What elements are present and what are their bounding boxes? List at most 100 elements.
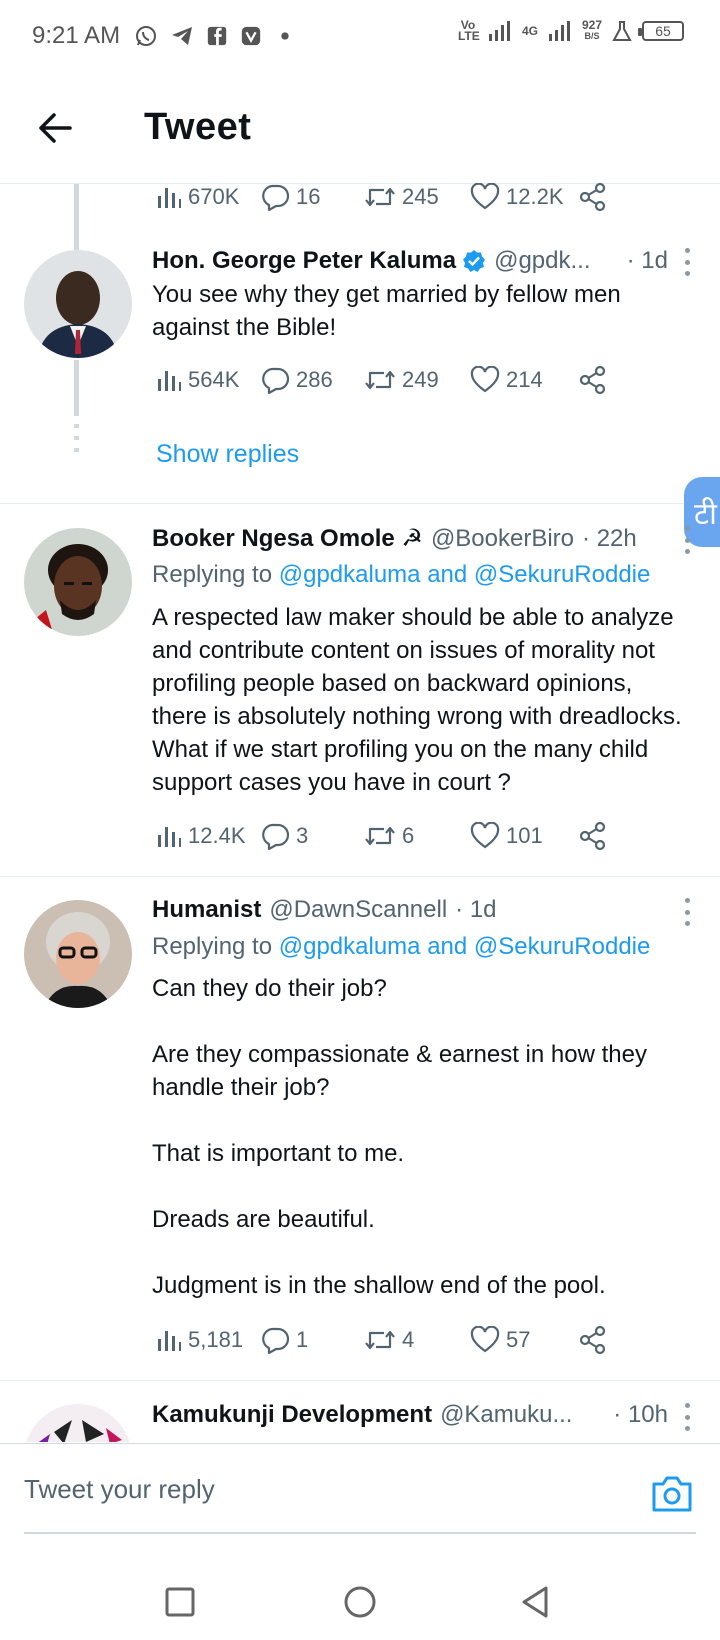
- back-arrow-icon[interactable]: [36, 108, 76, 148]
- retweet-count: 4: [402, 1327, 415, 1352]
- avatar-kaluma[interactable]: [24, 250, 132, 358]
- retweet-icon: [365, 370, 395, 390]
- author-name[interactable]: Booker Ngesa Omole ☭: [152, 524, 423, 553]
- views-icon: [158, 188, 181, 208]
- author-name[interactable]: Kamukunji Development: [152, 1401, 432, 1429]
- network-speed: 927 B/S: [582, 19, 602, 42]
- battery-indicator: 65: [638, 21, 684, 41]
- tweet-text: A respected law maker should be able to …: [152, 604, 682, 796]
- more-options-icon[interactable]: [684, 898, 690, 926]
- retweet-button[interactable]: 249: [364, 362, 439, 398]
- reply-button[interactable]: 1: [260, 1322, 308, 1358]
- divider: [0, 876, 720, 877]
- replying-to-links[interactable]: @gpdkaluma and @SekuruRoddie: [279, 933, 651, 960]
- like-count: 101: [506, 823, 543, 848]
- replying-to-label: Replying to: [152, 933, 273, 960]
- views-count[interactable]: 670K: [156, 179, 239, 215]
- signal-icon: [488, 21, 510, 41]
- author-handle: @gpdk...: [494, 247, 591, 274]
- reply-count: 1: [296, 1327, 309, 1352]
- show-replies-link[interactable]: Show replies: [156, 440, 299, 469]
- retweet-icon: [365, 1330, 395, 1350]
- reply-count: 3: [296, 823, 309, 848]
- replying-to-links[interactable]: @gpdkaluma and @SekuruRoddie: [279, 561, 651, 588]
- home-icon[interactable]: [340, 1582, 380, 1622]
- like-button[interactable]: 101: [470, 818, 543, 854]
- system-nav-bar: [0, 1560, 720, 1640]
- avatar-humanist[interactable]: [24, 900, 132, 1008]
- views-value: 12.4K: [188, 823, 246, 848]
- retweet-icon: [365, 187, 395, 207]
- thread-dots: [74, 424, 79, 454]
- reply-button[interactable]: 16: [260, 179, 320, 215]
- author-handle: @Kamuku...: [440, 1401, 573, 1428]
- flask-icon: [612, 21, 632, 41]
- author-name[interactable]: Hon. George Peter Kaluma: [152, 247, 456, 275]
- recent-apps-icon[interactable]: [160, 1582, 200, 1622]
- avatar-kamukunji[interactable]: [24, 1404, 132, 1442]
- divider: [0, 503, 720, 504]
- views-value: 5,181: [188, 1327, 244, 1352]
- author-name[interactable]: Humanist: [152, 896, 261, 924]
- tweet-header: Booker Ngesa Omole ☭ @BookerBiro · 22h: [152, 524, 680, 553]
- dot-icon: [281, 32, 289, 40]
- avatar-kamukunji-clip: [24, 1404, 132, 1442]
- heart-icon: [470, 1326, 500, 1353]
- like-button[interactable]: 214: [470, 362, 543, 398]
- status-time: 9:21 AM: [32, 22, 121, 49]
- notification-icons: [134, 24, 296, 48]
- system-indicators: Vo LTE 4G 927 B/S 65: [458, 19, 684, 42]
- more-options-icon[interactable]: [684, 526, 690, 554]
- heart-icon: [470, 366, 500, 393]
- share-button[interactable]: [578, 1322, 608, 1358]
- telegram-icon: [172, 27, 193, 45]
- reply-underline: [24, 1532, 696, 1534]
- retweet-button[interactable]: 6: [364, 818, 414, 854]
- back-nav-icon[interactable]: [516, 1582, 556, 1622]
- share-button[interactable]: [578, 179, 608, 215]
- reply-button[interactable]: 286: [260, 362, 333, 398]
- share-icon: [579, 821, 606, 851]
- tweet-header: Humanist @DawnScannell · 1d: [152, 896, 680, 924]
- tweet-actions: 12.4K 3 6 101: [152, 818, 652, 854]
- replying-to: Replying to @gpdkaluma and @SekuruRoddie: [152, 561, 650, 589]
- reply-composer: [0, 1443, 720, 1543]
- retweet-button[interactable]: 245: [364, 179, 439, 215]
- top-header: Tweet: [0, 72, 720, 184]
- more-options-icon[interactable]: [684, 248, 690, 276]
- reply-count: 286: [296, 367, 333, 392]
- reply-count: 16: [296, 184, 321, 209]
- views-icon: [158, 371, 181, 391]
- share-button[interactable]: [578, 362, 608, 398]
- share-icon: [579, 182, 606, 212]
- network-type: 4G: [521, 23, 538, 38]
- views-count[interactable]: 564K: [156, 362, 239, 398]
- views-value: 670K: [188, 184, 240, 209]
- views-count[interactable]: 12.4K: [156, 818, 246, 854]
- retweet-count: 6: [402, 823, 415, 848]
- vpn-icon: [241, 26, 261, 46]
- facebook-icon: [207, 26, 227, 46]
- views-icon: [158, 827, 181, 847]
- tweet-time: · 1d: [626, 247, 668, 274]
- signal-icon-2: [548, 21, 570, 41]
- tweet-time: · 1d: [455, 896, 497, 923]
- divider: [0, 1380, 720, 1381]
- reply-button[interactable]: 3: [260, 818, 308, 854]
- like-count: 214: [506, 367, 543, 392]
- views-count[interactable]: 5,181: [156, 1322, 243, 1358]
- like-button[interactable]: 57: [470, 1322, 530, 1358]
- reply-input[interactable]: [24, 1474, 584, 1505]
- author-handle: @BookerBiro: [430, 525, 575, 552]
- like-count: 12.2K: [506, 184, 564, 209]
- share-button[interactable]: [578, 818, 608, 854]
- camera-icon[interactable]: [650, 1474, 694, 1514]
- retweet-icon: [365, 826, 395, 846]
- views-icon: [158, 1331, 181, 1351]
- like-button[interactable]: 12.2K: [470, 179, 564, 215]
- reply-icon: [262, 1327, 290, 1354]
- more-options-icon[interactable]: [684, 1403, 690, 1431]
- avatar-booker[interactable]: [24, 528, 132, 636]
- heart-icon: [470, 183, 500, 210]
- retweet-button[interactable]: 4: [364, 1322, 414, 1358]
